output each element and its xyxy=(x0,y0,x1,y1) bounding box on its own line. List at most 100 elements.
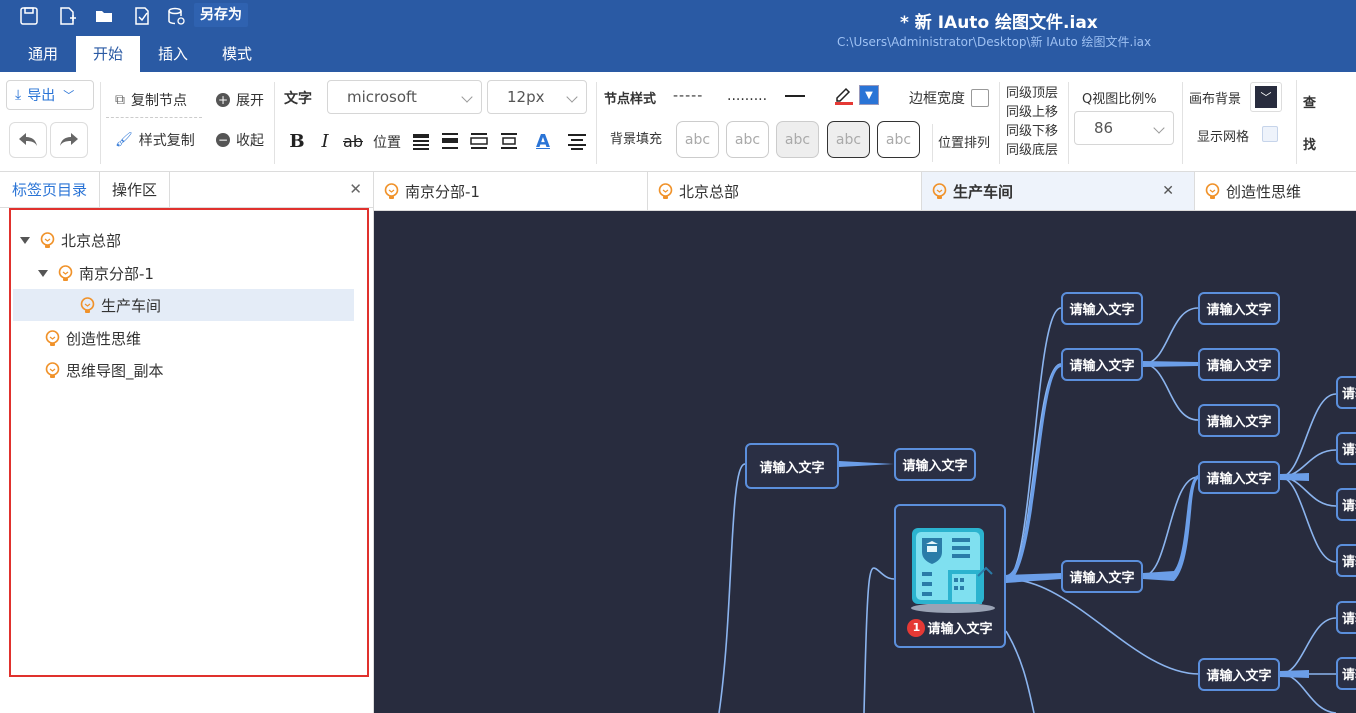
sibling-bottom-button[interactable]: 同级底层 xyxy=(1006,139,1058,158)
mindmap-node[interactable]: 请输入文字 xyxy=(1061,560,1143,593)
color-dropdown-icon: ▼ xyxy=(859,85,879,105)
line-style-dotted[interactable]: ......... xyxy=(727,88,767,104)
mindmap-node[interactable]: 请输入文字 xyxy=(1198,292,1280,325)
border-color-button[interactable]: ▼ xyxy=(833,84,879,106)
mindmap-node[interactable]: 请输入文字 xyxy=(1336,601,1356,634)
fill-style-4[interactable]: abc xyxy=(827,121,870,158)
mindmap-node[interactable]: 请输入文字 xyxy=(1336,432,1356,465)
mindmap-node[interactable]: 请输入文字 xyxy=(1336,657,1356,690)
mindmap-node[interactable]: 请输入文字 xyxy=(1336,376,1356,409)
redo-button[interactable] xyxy=(50,122,88,158)
mindmap-node[interactable]: 请输入文字 xyxy=(894,448,976,481)
font-family-value: microsoft xyxy=(347,88,417,106)
zoom-label: Q视图比例% xyxy=(1082,92,1157,107)
border-width-button[interactable]: 边框宽度 xyxy=(909,88,989,108)
menu-start[interactable]: 开始 xyxy=(76,36,140,72)
line-style-solid[interactable] xyxy=(785,95,805,97)
italic-button[interactable]: I xyxy=(314,130,336,152)
building-icon xyxy=(911,528,995,613)
align-bottom-icon[interactable] xyxy=(468,130,490,152)
strikethrough-button[interactable]: ab xyxy=(342,130,364,152)
bulb-icon xyxy=(40,231,55,248)
align-middle-icon[interactable] xyxy=(439,130,461,152)
canvas-bg-color-button[interactable]: ﹀ xyxy=(1250,82,1282,112)
close-icon[interactable]: ✕ xyxy=(349,180,362,198)
save-icon[interactable] xyxy=(16,3,42,29)
font-size-select[interactable]: 12px xyxy=(487,80,587,114)
fill-style-3[interactable]: abc xyxy=(776,121,819,158)
doc-tab-creative[interactable]: 创造性思维 xyxy=(1195,172,1356,210)
mindmap-node[interactable]: 请输入文字 xyxy=(1198,658,1280,691)
sibling-up-button[interactable]: 同级上移 xyxy=(1006,101,1058,120)
font-family-select[interactable]: microsoft xyxy=(327,80,482,114)
distribute-icon[interactable] xyxy=(498,130,520,152)
menu-insert[interactable]: 插入 xyxy=(144,36,202,72)
mindmap-canvas[interactable]: 请输入文字 请输入文字 请输入文字 请输入文字 请输入文字 请输入文字 请输入文… xyxy=(374,211,1356,713)
find-button[interactable]: 查 找 xyxy=(1296,80,1322,164)
zoom-select[interactable]: 86 xyxy=(1074,111,1174,145)
tree-node-nanjing[interactable]: 南京分部-1 xyxy=(38,257,154,289)
central-node[interactable]: 1 请输入文字 xyxy=(894,504,1006,648)
tree-node-label: 南京分部-1 xyxy=(79,264,154,283)
tree-node-label: 生产车间 xyxy=(101,296,162,315)
align-top-icon[interactable] xyxy=(410,130,432,152)
bold-button[interactable]: B xyxy=(286,130,308,152)
mindmap-node[interactable]: 请输入文字 xyxy=(1061,348,1143,381)
brush-icon: 🖌 xyxy=(115,132,133,148)
font-size-value: 12px xyxy=(507,88,545,106)
tree-node-creative[interactable]: 创造性思维 xyxy=(45,322,141,354)
mindmap-node[interactable]: 请输入文字 xyxy=(1198,461,1280,494)
tree-node-mindmap-copy[interactable]: 思维导图_副本 xyxy=(45,354,164,386)
font-color-button[interactable]: A xyxy=(532,130,554,152)
tree-node-beijing[interactable]: 北京总部 xyxy=(20,224,121,256)
doc-tab-label: 南京分部-1 xyxy=(405,182,480,201)
new-file-icon[interactable] xyxy=(54,3,80,29)
zoom-value: 86 xyxy=(1094,119,1114,137)
sibling-top-button[interactable]: 同级顶层 xyxy=(1006,82,1058,101)
ribbon-toolbar: ⤓ 导出 ﹀ ⧉ 复制节点 🖌 样式复制 + 展开 − 收起 文字 micros… xyxy=(0,72,1356,172)
mindmap-node[interactable]: 请输入文字 xyxy=(1198,404,1280,437)
chevron-down-icon xyxy=(1153,122,1165,134)
tab-operations[interactable]: 操作区 xyxy=(100,172,171,208)
export-dropdown[interactable]: ⤓ 导出 ﹀ xyxy=(6,80,94,110)
style-copy-button[interactable]: 🖌 样式复制 xyxy=(115,130,195,150)
export-file-icon[interactable] xyxy=(129,3,155,29)
menu-mode[interactable]: 模式 xyxy=(208,36,266,72)
tab-catalog[interactable]: 标签页目录 xyxy=(0,172,101,208)
show-grid-checkbox[interactable] xyxy=(1262,126,1278,142)
doc-tab-nanjing[interactable]: 南京分部-1 xyxy=(374,172,648,210)
style-copy-label: 样式复制 xyxy=(138,133,195,149)
mindmap-node[interactable]: 请输入文字 xyxy=(1336,544,1356,577)
line-style-dashed[interactable]: ----- xyxy=(673,88,703,104)
caret-down-icon[interactable] xyxy=(38,269,48,277)
file-path: C:\Users\Administrator\Desktop\新 IAuto 绘… xyxy=(837,35,1152,49)
sibling-down-button[interactable]: 同级下移 xyxy=(1006,120,1058,139)
caret-down-icon[interactable] xyxy=(20,236,30,244)
doc-tab-workshop[interactable]: 生产车间 ✕ xyxy=(922,172,1195,210)
mindmap-node[interactable]: 请输入文字 xyxy=(1061,292,1143,325)
doc-tab-label: 生产车间 xyxy=(953,182,1014,201)
bulb-icon xyxy=(45,329,60,346)
mindmap-node[interactable]: 请输入文字 xyxy=(1336,488,1356,521)
bulb-icon xyxy=(932,182,947,199)
copy-node-button[interactable]: ⧉ 复制节点 xyxy=(115,90,187,110)
collapse-button[interactable]: − 收起 xyxy=(216,130,264,150)
undo-button[interactable] xyxy=(9,122,47,158)
mindmap-node[interactable]: 请输入文字 xyxy=(745,443,839,489)
mindmap-node[interactable]: 请输入文字 xyxy=(1198,348,1280,381)
text-align-center-icon[interactable] xyxy=(566,130,588,152)
fill-style-1[interactable]: abc xyxy=(676,121,719,158)
fill-style-2[interactable]: abc xyxy=(726,121,769,158)
save-as-button[interactable]: 另存为 xyxy=(194,3,248,27)
close-icon[interactable]: ✕ xyxy=(1162,183,1174,199)
tree-node-workshop[interactable]: 生产车间 xyxy=(13,289,354,321)
expand-button[interactable]: + 展开 xyxy=(216,90,264,110)
bulb-icon xyxy=(45,361,60,378)
doc-tab-beijing[interactable]: 北京总部 xyxy=(648,172,922,210)
menu-general[interactable]: 通用 xyxy=(14,36,72,72)
pen-color-icon xyxy=(835,87,853,105)
database-icon[interactable] xyxy=(163,3,189,29)
fill-style-5[interactable]: abc xyxy=(877,121,920,158)
open-folder-icon[interactable] xyxy=(91,3,117,29)
tree-node-label: 北京总部 xyxy=(61,231,122,250)
